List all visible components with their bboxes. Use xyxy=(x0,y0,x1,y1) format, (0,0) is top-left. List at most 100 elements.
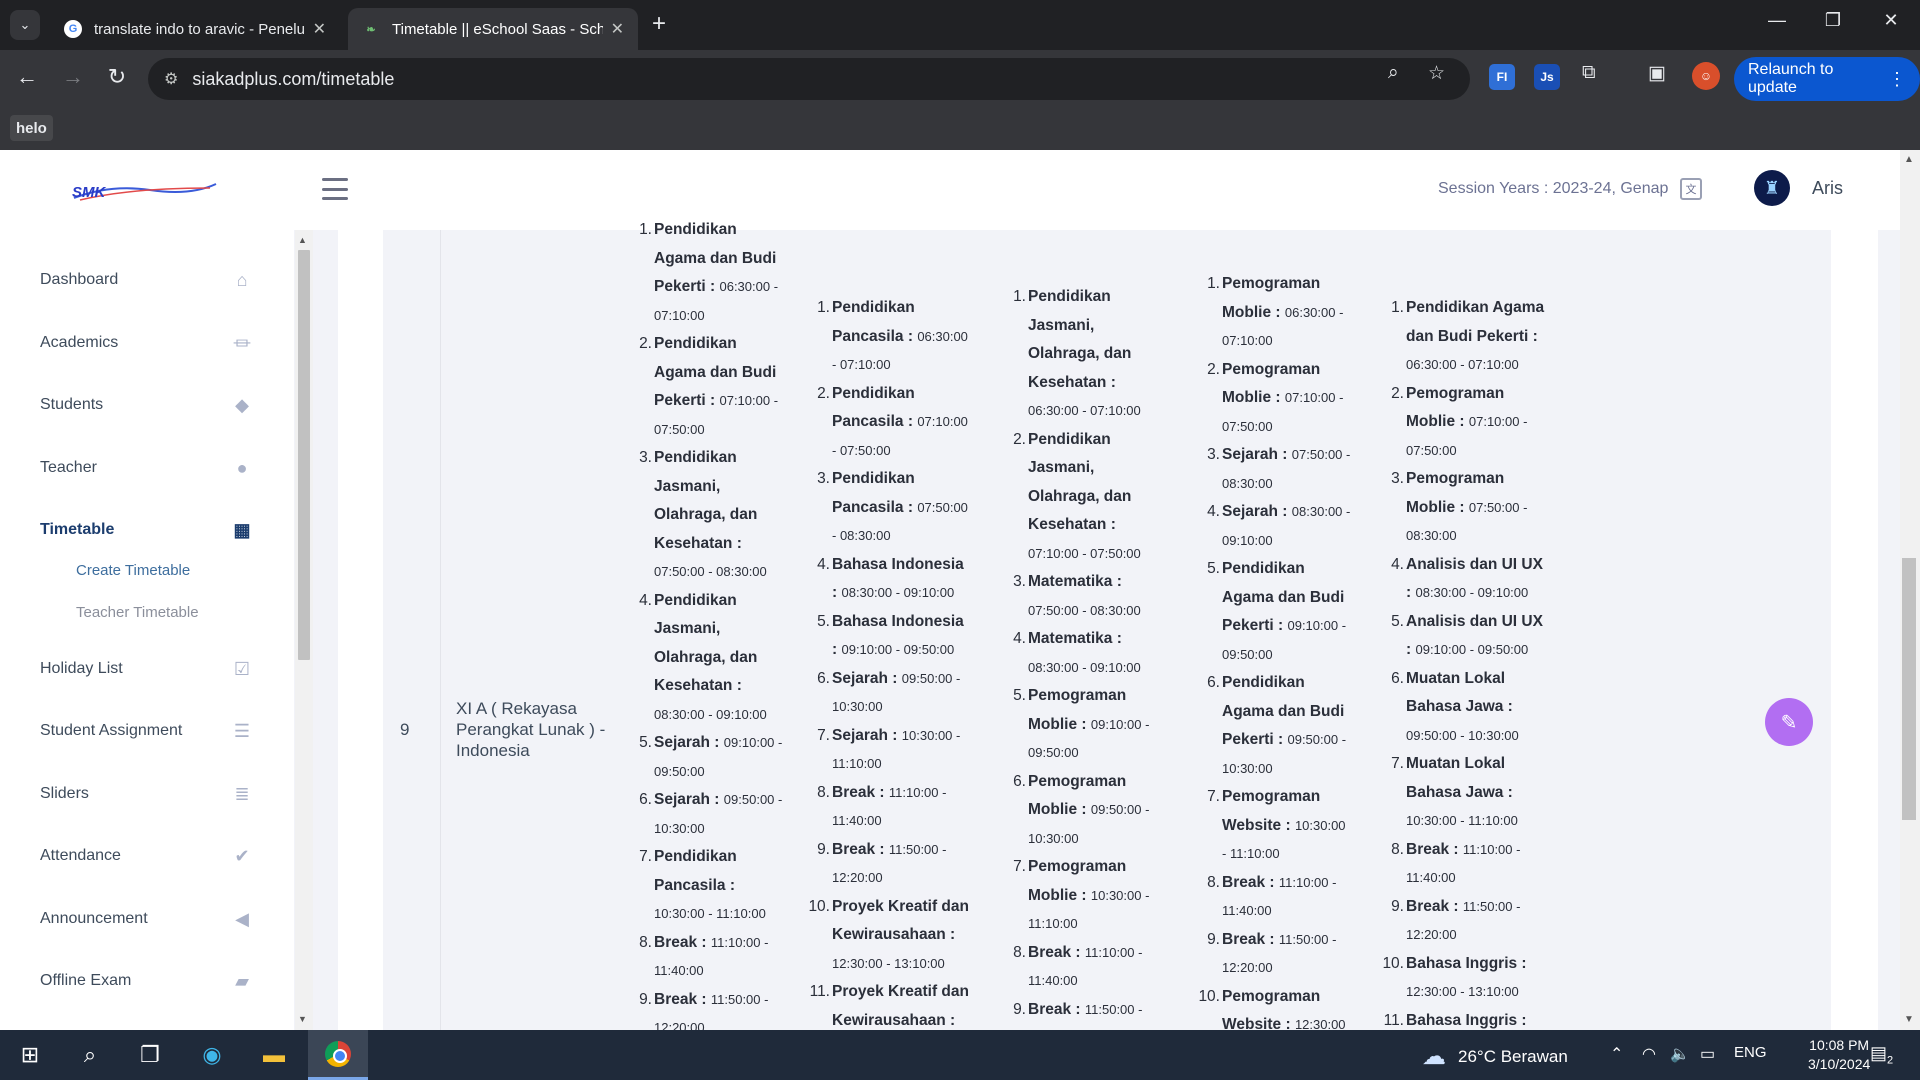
address-bar[interactable]: ⚙ siakadplus.com/timetable xyxy=(148,58,1470,100)
tab-timetable[interactable]: ❧ Timetable || eSchool Saas - Sch ✕ xyxy=(348,8,638,50)
browser-toolbar: ← → ↻ ⚙ siakadplus.com/timetable ⌕ ☆ FI … xyxy=(0,50,1920,108)
sidebar-item-attendance[interactable]: Attendance ✔ xyxy=(0,836,294,876)
entry-subject: Break : xyxy=(832,783,885,801)
entry-number: 6. xyxy=(639,791,652,808)
sidebar-item-teacher[interactable]: Teacher ● xyxy=(0,448,294,488)
entry-time: 07:10:00 - 07:50:00 xyxy=(1028,545,1141,561)
more-menu-icon[interactable]: ⋮ xyxy=(1888,69,1906,90)
chrome-icon[interactable] xyxy=(308,1030,368,1080)
tab-translate[interactable]: G translate indo to aravic - Penelu ✕ xyxy=(50,8,340,50)
task-view-icon[interactable]: ❐ xyxy=(122,1030,178,1080)
entry-subject: Bahasa Inggris : xyxy=(1406,954,1527,972)
sidebar-scroll-thumb[interactable] xyxy=(298,250,310,660)
timetable-entry: 10.Pemograman Website : 12:30:00 - 13:10… xyxy=(1198,983,1352,1031)
scroll-down-icon[interactable]: ▼ xyxy=(1904,1014,1914,1025)
url-text: siakadplus.com/timetable xyxy=(192,68,395,89)
sidebar-item-students[interactable]: Students ◆ xyxy=(0,385,294,425)
sidebar-item-sliders[interactable]: Sliders ≣ xyxy=(0,774,294,814)
search-icon[interactable]: ⌕ xyxy=(62,1030,118,1080)
minimize-icon[interactable]: — xyxy=(1762,10,1792,31)
entry-subject: Pendidikan Jasmani, Olahraga, dan Keseha… xyxy=(1028,288,1132,391)
sidebar-item-academics[interactable]: Academics ⏛ xyxy=(0,323,294,363)
entry-number: 7. xyxy=(817,726,830,744)
timetable-entry: 5. Analisis dan UI UX : 09:10:00 - 09:50:… xyxy=(1386,608,1546,665)
entry-number: 9. xyxy=(1391,897,1404,915)
entry-number: 7. xyxy=(1207,788,1220,805)
entry-number: 7. xyxy=(1391,755,1404,772)
menu-toggle-icon[interactable] xyxy=(322,178,348,200)
entry-number: 8. xyxy=(1391,840,1404,858)
entry-number: 4. xyxy=(1207,503,1220,520)
day-column-3: 1. Pendidikan Jasmani, Olahraga, dan Kese… xyxy=(1008,283,1158,1030)
zoom-icon[interactable]: ⌕ xyxy=(1388,62,1399,84)
entry-number: 6. xyxy=(1013,772,1026,790)
timetable-entry: 2. Pendidikan Agama dan Budi Pekerti : 07… xyxy=(634,330,784,444)
notification-icon[interactable]: ▤2 xyxy=(1870,1043,1893,1067)
scroll-up-icon[interactable]: ▲ xyxy=(298,235,307,245)
close-window-icon[interactable]: ✕ xyxy=(1876,10,1906,31)
sidebar-item-dashboard[interactable]: Dashboard ⌂ xyxy=(0,260,294,300)
close-tab-icon[interactable]: ✕ xyxy=(313,19,326,39)
submenu-create-timetable[interactable]: Create Timetable xyxy=(76,562,190,579)
extension-fi-icon[interactable]: FI xyxy=(1489,64,1515,90)
entry-number: 7. xyxy=(1013,858,1026,875)
extension-js-icon[interactable]: Js xyxy=(1534,64,1560,90)
entry-number: 6. xyxy=(817,669,830,687)
entry-subject: Pendidikan Agama dan Budi Pekerti : xyxy=(1406,299,1545,345)
edit-button[interactable]: ✎ xyxy=(1765,698,1813,746)
profile-avatar-icon[interactable]: ☺ xyxy=(1692,62,1720,90)
language-icon[interactable]: 文 xyxy=(1680,178,1702,200)
weather-widget[interactable]: ☁ 26°C Berawan xyxy=(1422,1042,1568,1071)
timetable-entry: 5. Pendidikan Agama dan Budi Pekerti : 09… xyxy=(1202,555,1352,669)
clock[interactable]: 10:08 PM 3/10/2024 xyxy=(1808,1036,1870,1074)
school-logo[interactable]: SMK xyxy=(70,176,220,204)
chevron-up-icon[interactable]: ⌃ xyxy=(1610,1044,1623,1064)
entry-subject: Break : xyxy=(1028,1000,1081,1018)
display-icon[interactable]: ▭ xyxy=(1700,1044,1715,1064)
sidebar-item-offline-exam[interactable]: Offline Exam ▰ xyxy=(0,961,294,1001)
sidebar-item-announcement[interactable]: Announcement ◀ xyxy=(0,899,294,939)
timetable-entry: 3. Pendidikan Jasmani, Olahraga, dan Kese… xyxy=(634,444,784,587)
entry-subject: Muatan Lokal Bahasa Jawa : xyxy=(1406,755,1513,801)
file-explorer-icon[interactable]: ▬ xyxy=(246,1030,302,1080)
timetable-entry: 10. Proyek Kreatif dan Kewirausahaan : 12… xyxy=(808,893,972,979)
restore-icon[interactable]: ❐ xyxy=(1818,10,1848,31)
entry-number: 4. xyxy=(1013,630,1026,647)
sidebar-item-timetable[interactable]: Timetable ▦ xyxy=(0,510,294,550)
windows-start-icon[interactable]: ⊞ xyxy=(2,1030,58,1080)
entry-number: 6. xyxy=(1207,674,1220,691)
timetable-entry: 9.Break : 11:50:00 - 12:20:00 xyxy=(812,836,972,893)
tab-strip: ⌄ G translate indo to aravic - Penelu ✕ … xyxy=(0,0,1920,50)
new-tab-button[interactable]: + xyxy=(652,12,666,36)
timetable-entry: 7. Sejarah : 10:30:00 - 11:10:00 xyxy=(812,722,972,779)
scroll-up-icon[interactable]: ▲ xyxy=(1904,154,1914,165)
entry-number: 3. xyxy=(817,470,830,487)
bookmark-star-icon[interactable]: ☆ xyxy=(1428,62,1445,85)
back-icon[interactable]: ← xyxy=(12,64,42,90)
avatar[interactable]: ♜ xyxy=(1754,170,1790,206)
volume-icon[interactable]: 🔈 xyxy=(1670,1044,1690,1064)
submenu-teacher-timetable[interactable]: Teacher Timetable xyxy=(76,604,199,621)
entry-number: 8. xyxy=(1207,873,1220,891)
timetable-entry: 6. Sejarah : 09:50:00 - 10:30:00 xyxy=(634,786,784,843)
close-tab-icon[interactable]: ✕ xyxy=(611,19,624,39)
entry-number: 2. xyxy=(639,335,652,352)
site-info-icon[interactable]: ⚙ xyxy=(164,69,178,89)
tab-search-button[interactable]: ⌄ xyxy=(10,10,40,40)
side-panel-icon[interactable]: ▣ xyxy=(1648,62,1666,85)
language-indicator[interactable]: ENG xyxy=(1734,1044,1767,1061)
sidebar-item-holiday-list[interactable]: Holiday List ☑ xyxy=(0,649,294,689)
extensions-puzzle-icon[interactable]: ⧉ xyxy=(1582,62,1596,84)
reload-icon[interactable]: ↻ xyxy=(102,64,132,90)
user-name[interactable]: Aris xyxy=(1812,178,1843,199)
page-scroll-thumb[interactable] xyxy=(1902,558,1916,820)
forward-icon[interactable]: → xyxy=(58,64,88,90)
sidebar-item-student-assignment[interactable]: Student Assignment ☰ xyxy=(0,711,294,751)
bookmark-helo[interactable]: helo xyxy=(10,115,53,141)
relaunch-button[interactable]: Relaunch to update ⋮ xyxy=(1734,57,1920,101)
entry-number: 7. xyxy=(639,848,652,865)
home-icon: ⌂ xyxy=(236,269,248,290)
scroll-down-icon[interactable]: ▼ xyxy=(298,1014,307,1024)
edge-icon[interactable]: ◉ xyxy=(184,1030,240,1080)
wifi-icon[interactable]: ◠ xyxy=(1642,1044,1656,1064)
